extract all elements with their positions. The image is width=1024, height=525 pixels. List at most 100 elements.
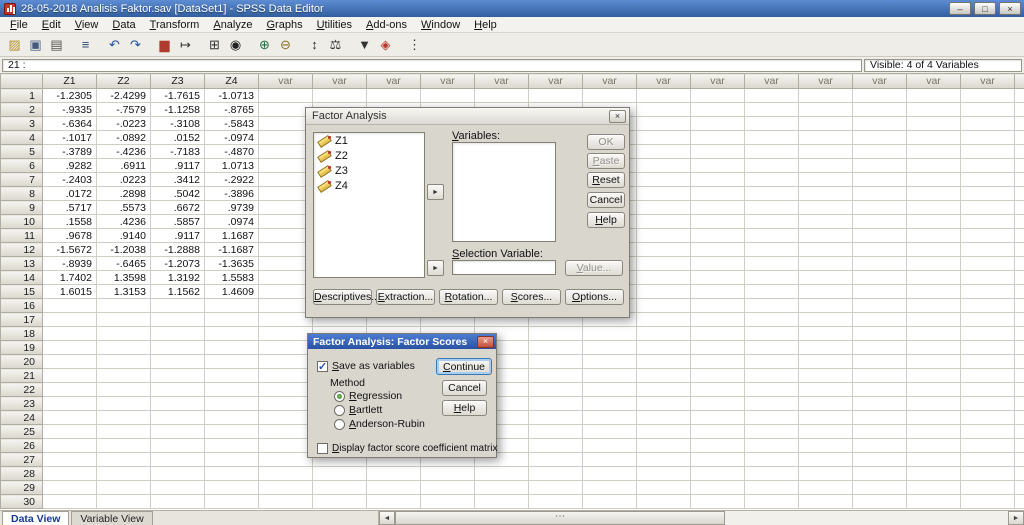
row-header[interactable]: 22 [1, 383, 43, 397]
data-cell[interactable] [151, 467, 205, 481]
value-button[interactable]: Value... [565, 260, 623, 276]
insert-variable-icon[interactable]: ⊖ [275, 35, 296, 55]
move-variable-button[interactable]: ► [427, 184, 444, 200]
empty-cell[interactable] [1015, 313, 1024, 327]
empty-cell[interactable] [745, 481, 799, 495]
empty-cell[interactable] [421, 481, 475, 495]
empty-cell[interactable] [259, 411, 313, 425]
empty-cell[interactable] [583, 397, 637, 411]
empty-cell[interactable] [529, 383, 583, 397]
empty-cell[interactable] [691, 453, 745, 467]
empty-cell[interactable] [799, 271, 853, 285]
data-cell[interactable] [151, 397, 205, 411]
menu-item-help[interactable]: Help [467, 18, 504, 32]
empty-cell[interactable] [259, 89, 313, 103]
empty-cell[interactable] [907, 397, 961, 411]
empty-cell[interactable] [745, 117, 799, 131]
empty-cell[interactable] [745, 215, 799, 229]
empty-cell[interactable] [1015, 495, 1024, 509]
empty-cell[interactable] [475, 481, 529, 495]
empty-cell[interactable] [529, 425, 583, 439]
help-button[interactable]: Help [587, 212, 625, 228]
variable-item-z2[interactable]: Z2 [314, 148, 424, 163]
close-button[interactable]: × [999, 2, 1021, 15]
empty-cell[interactable] [1015, 89, 1024, 103]
empty-cell[interactable] [745, 89, 799, 103]
empty-cell[interactable] [907, 383, 961, 397]
empty-cell[interactable] [799, 215, 853, 229]
empty-cell[interactable] [583, 327, 637, 341]
empty-cell[interactable] [421, 495, 475, 509]
empty-cell[interactable] [799, 411, 853, 425]
data-cell[interactable]: -.2403 [43, 173, 97, 187]
empty-cell[interactable] [745, 187, 799, 201]
empty-cell[interactable] [853, 173, 907, 187]
empty-cell[interactable] [961, 341, 1015, 355]
variables-list[interactable] [452, 142, 556, 242]
var-column-header[interactable]: var [1015, 74, 1024, 89]
empty-cell[interactable] [907, 369, 961, 383]
empty-cell[interactable] [799, 397, 853, 411]
empty-cell[interactable] [691, 383, 745, 397]
empty-cell[interactable] [259, 439, 313, 453]
empty-cell[interactable] [799, 481, 853, 495]
empty-cell[interactable] [583, 89, 637, 103]
data-cell[interactable] [151, 495, 205, 509]
data-cell[interactable]: .9117 [151, 229, 205, 243]
empty-cell[interactable] [853, 257, 907, 271]
empty-cell[interactable] [907, 299, 961, 313]
cancel-button[interactable]: Cancel [442, 380, 487, 396]
menu-item-data[interactable]: Data [105, 18, 142, 32]
data-cell[interactable]: .0974 [205, 215, 259, 229]
empty-cell[interactable] [529, 453, 583, 467]
data-cell[interactable]: 1.4609 [205, 285, 259, 299]
empty-cell[interactable] [907, 341, 961, 355]
empty-cell[interactable] [907, 103, 961, 117]
empty-cell[interactable] [637, 145, 691, 159]
row-header[interactable]: 26 [1, 439, 43, 453]
empty-cell[interactable] [583, 383, 637, 397]
empty-cell[interactable] [907, 201, 961, 215]
empty-cell[interactable] [637, 299, 691, 313]
data-cell[interactable] [205, 355, 259, 369]
empty-cell[interactable] [961, 425, 1015, 439]
empty-cell[interactable] [907, 313, 961, 327]
data-cell[interactable]: .9739 [205, 201, 259, 215]
data-cell[interactable] [151, 313, 205, 327]
empty-cell[interactable] [313, 467, 367, 481]
extraction-button[interactable]: Extraction... [376, 289, 435, 305]
empty-cell[interactable] [1015, 439, 1024, 453]
variable-item-z4[interactable]: Z4 [314, 178, 424, 193]
data-cell[interactable]: -2.4299 [97, 89, 151, 103]
data-cell[interactable]: .5717 [43, 201, 97, 215]
empty-cell[interactable] [583, 495, 637, 509]
empty-cell[interactable] [907, 425, 961, 439]
empty-cell[interactable] [853, 467, 907, 481]
data-cell[interactable] [43, 397, 97, 411]
empty-cell[interactable] [799, 285, 853, 299]
empty-cell[interactable] [799, 453, 853, 467]
row-header[interactable]: 6 [1, 159, 43, 173]
empty-cell[interactable] [745, 313, 799, 327]
data-cell[interactable] [151, 341, 205, 355]
empty-cell[interactable] [961, 285, 1015, 299]
save-as-variables-checkbox[interactable]: Save as variables [317, 360, 415, 372]
save-icon[interactable]: ▣ [25, 35, 46, 55]
empty-cell[interactable] [637, 453, 691, 467]
data-cell[interactable]: .4236 [97, 215, 151, 229]
empty-cell[interactable] [313, 481, 367, 495]
data-cell[interactable] [205, 467, 259, 481]
empty-cell[interactable] [745, 425, 799, 439]
empty-cell[interactable] [637, 187, 691, 201]
data-cell[interactable] [97, 369, 151, 383]
grid-corner-cell[interactable] [1, 74, 43, 89]
data-cell[interactable]: -1.3635 [205, 257, 259, 271]
data-cell[interactable] [43, 313, 97, 327]
empty-cell[interactable] [529, 397, 583, 411]
data-cell[interactable] [97, 453, 151, 467]
empty-cell[interactable] [1015, 397, 1024, 411]
empty-cell[interactable] [691, 481, 745, 495]
data-cell[interactable]: .1558 [43, 215, 97, 229]
empty-cell[interactable] [799, 103, 853, 117]
close-icon[interactable]: × [609, 110, 626, 123]
